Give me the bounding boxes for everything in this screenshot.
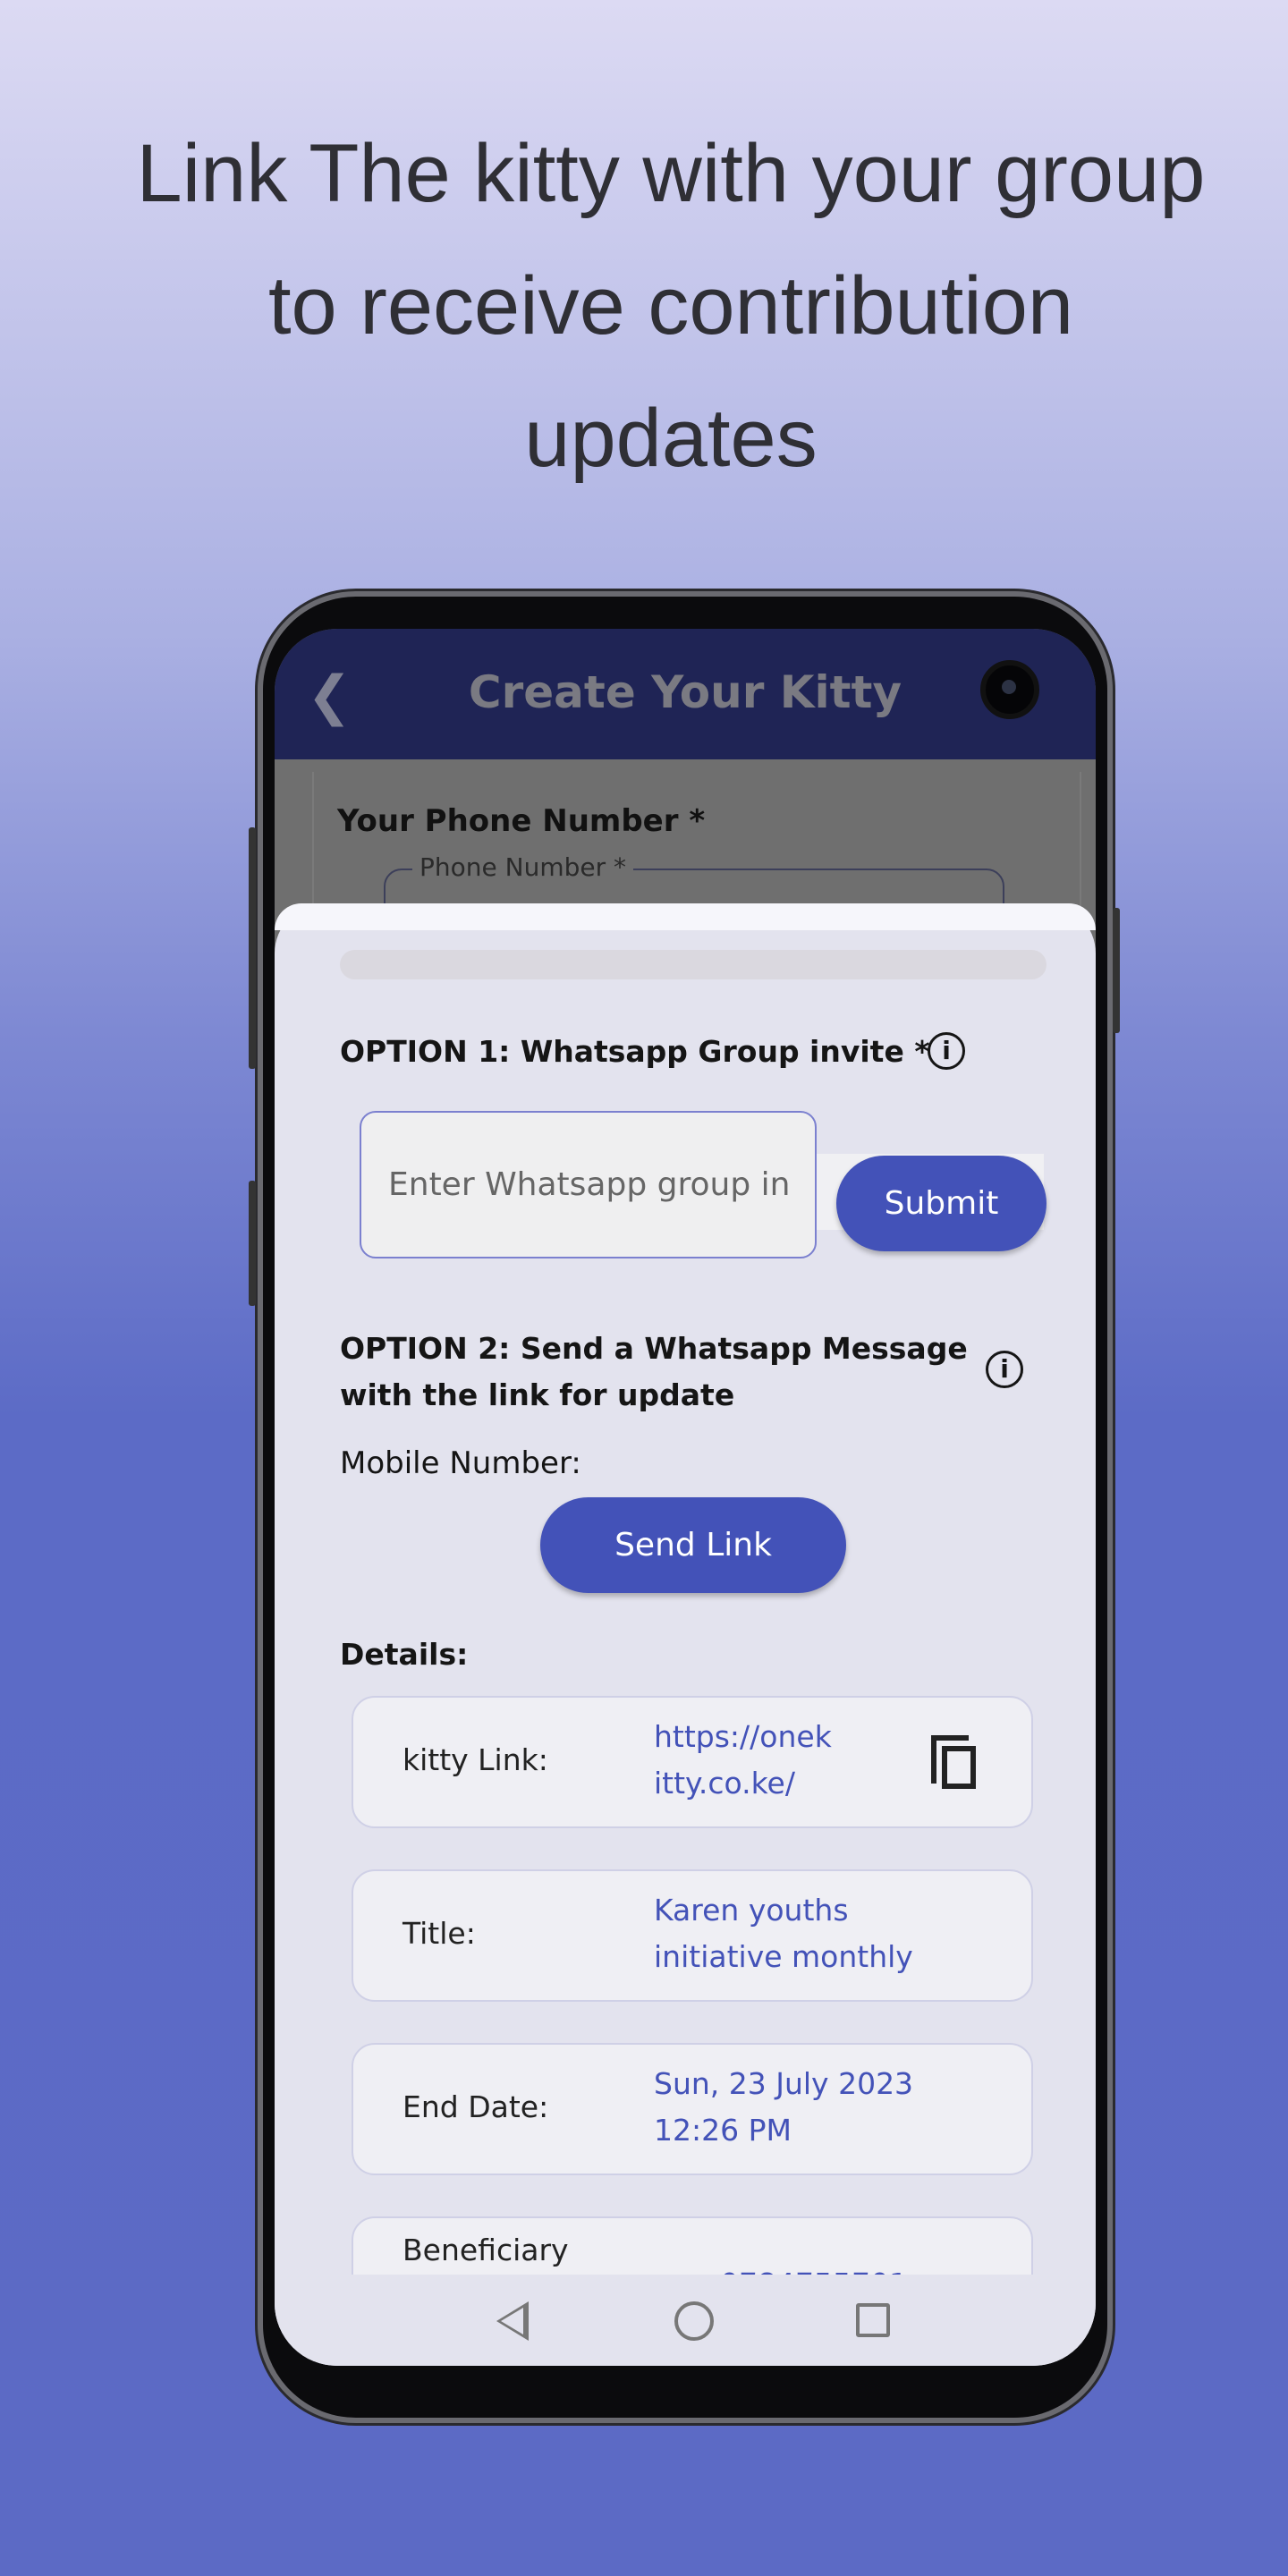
detail-value: Karen youths xyxy=(654,1893,849,1928)
detail-label: End Date: xyxy=(402,2089,549,2124)
headline: Link The kitty with your group to receiv… xyxy=(54,107,1288,504)
detail-value: Sun, 23 July 2023 xyxy=(654,2066,914,2101)
send-link-button[interactable]: Send Link xyxy=(540,1497,846,1593)
app-title: Create Your Kitty xyxy=(468,666,902,718)
detail-card-title: Title: Karen youths initiative monthly xyxy=(352,1869,1033,2002)
detail-value[interactable]: itty.co.ke/ xyxy=(654,1760,795,1807)
detail-value: 12:26 PM xyxy=(654,2113,792,2148)
power-button xyxy=(1113,908,1120,1033)
detail-label: Beneficiary xyxy=(402,2233,569,2267)
submit-button[interactable]: Submit xyxy=(836,1156,1046,1251)
nav-back-icon[interactable] xyxy=(496,2301,529,2341)
detail-value[interactable]: https://onek xyxy=(654,1714,832,1760)
sheet-top-highlight xyxy=(275,903,1096,930)
option2-line-2: with the link for update xyxy=(340,1377,735,1412)
phone-number-label: Your Phone Number * xyxy=(337,803,706,839)
nav-recents-icon[interactable] xyxy=(856,2303,890,2337)
detail-value: initiative monthly xyxy=(654,1939,913,1974)
drag-handle[interactable] xyxy=(340,950,1046,979)
info-icon[interactable]: i xyxy=(986,1351,1023,1388)
whatsapp-invite-input[interactable]: Enter Whatsapp group in xyxy=(360,1111,817,1258)
info-icon[interactable]: i xyxy=(928,1032,965,1070)
option2-line-1: OPTION 2: Send a Whatsapp Message xyxy=(340,1331,968,1366)
detail-card-end-date: End Date: Sun, 23 July 2023 12:26 PM xyxy=(352,2043,1033,2175)
camera-icon xyxy=(980,660,1039,719)
volume-button xyxy=(249,827,256,1069)
headline-line-2: to receive contribution xyxy=(267,260,1074,352)
nav-home-icon[interactable] xyxy=(674,2301,714,2341)
headline-line-3: updates xyxy=(524,393,818,484)
detail-label: Title: xyxy=(402,1916,476,1951)
details-heading: Details: xyxy=(340,1637,469,1672)
detail-card-kitty-link: kitty Link: https://onek itty.co.ke/ xyxy=(352,1696,1033,1828)
bixby-button xyxy=(249,1181,256,1306)
system-nav-bar xyxy=(275,2275,1096,2366)
copy-icon[interactable] xyxy=(931,1735,976,1789)
detail-label: kitty Link: xyxy=(402,1742,548,1777)
option1-label: OPTION 1: Whatsapp Group invite * xyxy=(340,1034,930,1069)
mobile-number-label: Mobile Number: xyxy=(340,1445,581,1481)
phone-screen: ❮ Create Your Kitty Your Phone Number * … xyxy=(275,629,1096,2366)
headline-line-1: Link The kitty with your group xyxy=(136,128,1206,219)
app-bar: ❮ Create Your Kitty xyxy=(275,629,1096,759)
bottom-sheet: OPTION 1: Whatsapp Group invite * i Ente… xyxy=(275,903,1096,2366)
phone-number-field-label: Phone Number * xyxy=(412,852,634,882)
